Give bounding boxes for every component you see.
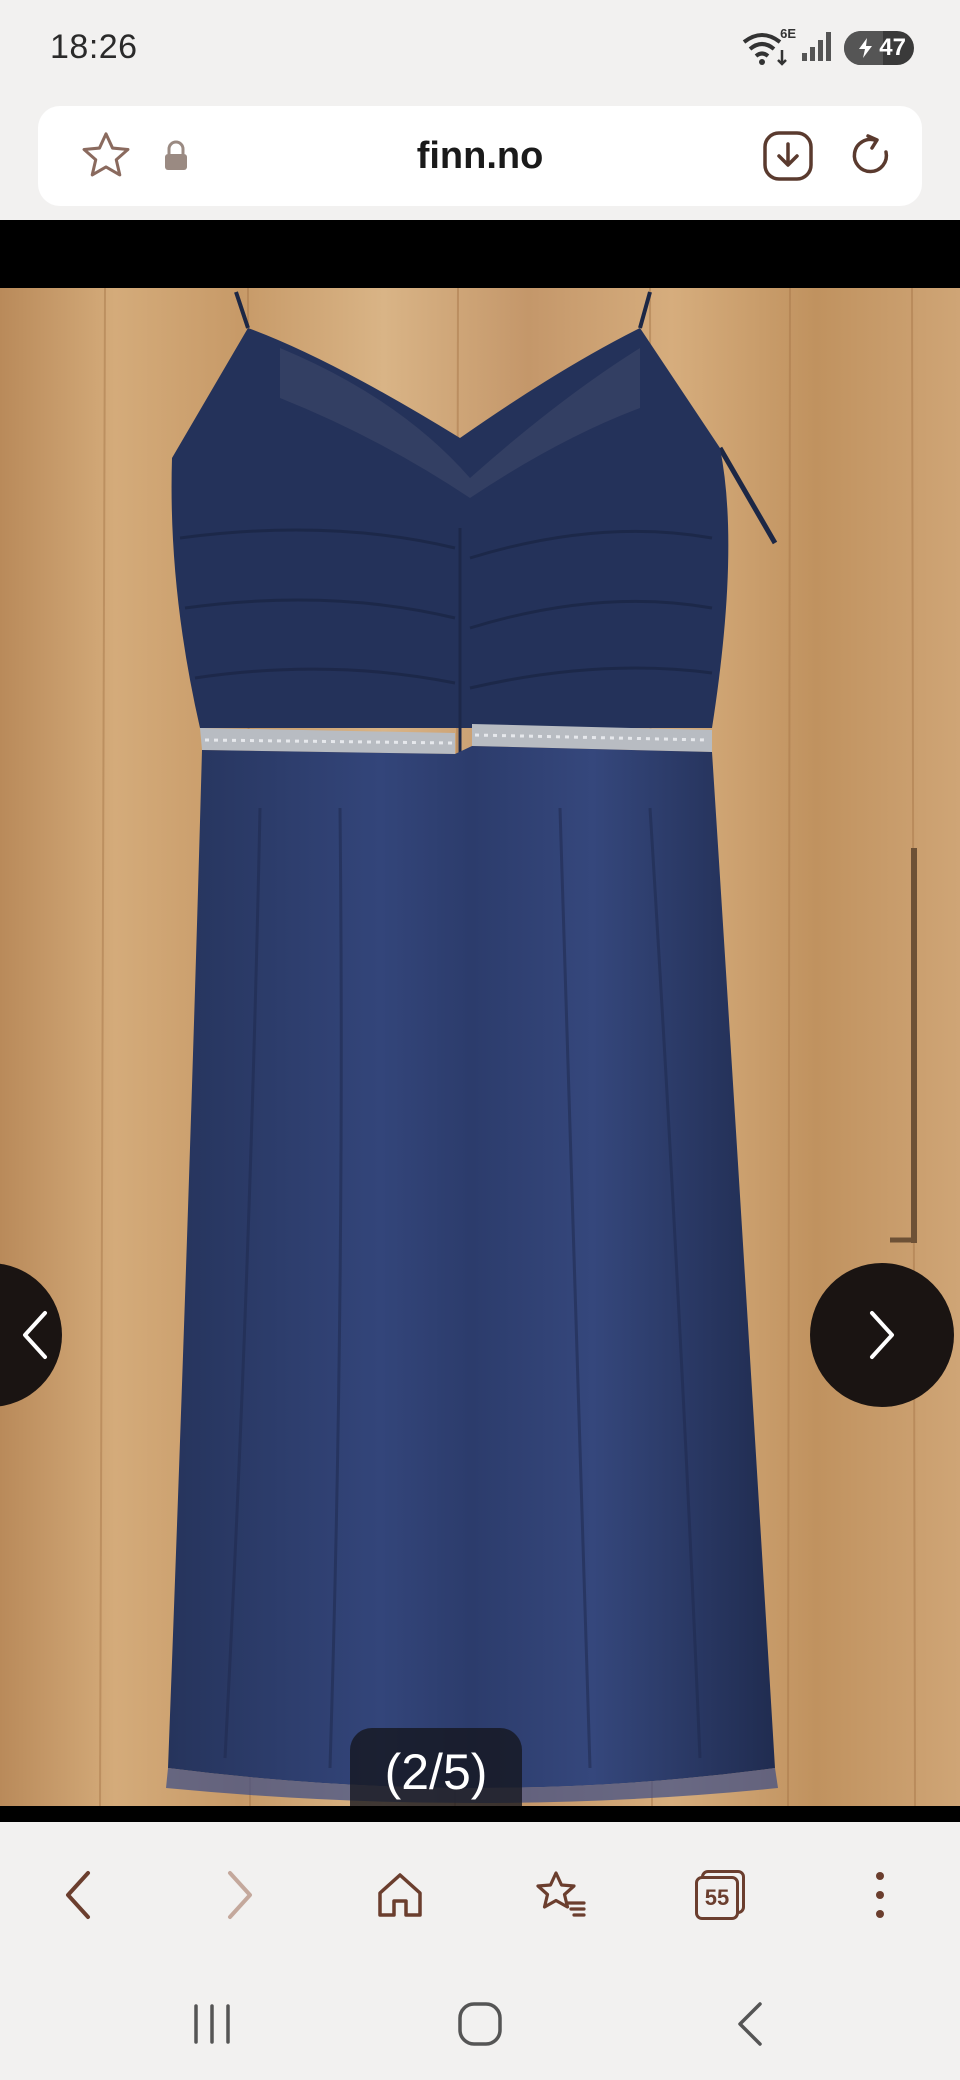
download-icon[interactable] bbox=[746, 106, 830, 206]
menu-icon bbox=[876, 1872, 884, 1918]
battery-icon: 47 bbox=[844, 31, 914, 65]
home-icon bbox=[378, 1873, 422, 1917]
signal-icon bbox=[800, 29, 834, 68]
back-triangle-icon bbox=[738, 2002, 762, 2046]
status-time: 18:26 bbox=[50, 28, 138, 66]
wifi-icon: 6E bbox=[742, 26, 796, 66]
back-button[interactable] bbox=[18, 1822, 138, 1968]
forward-icon bbox=[228, 1871, 252, 1919]
system-back-button[interactable] bbox=[680, 1968, 820, 2080]
tabs-button[interactable]: 55 bbox=[660, 1822, 780, 1968]
bookmarks-icon bbox=[536, 1871, 586, 1917]
battery-level: 47 bbox=[879, 34, 906, 61]
home-circle-icon bbox=[458, 2002, 502, 2046]
image-top-border bbox=[0, 220, 960, 288]
status-icons: 6E 47 bbox=[742, 26, 914, 68]
system-home-button[interactable] bbox=[410, 1968, 550, 2080]
tabs-count: 55 bbox=[704, 1885, 730, 1910]
forward-button[interactable] bbox=[180, 1822, 300, 1968]
tabs-icon: 55 bbox=[695, 1870, 745, 1920]
status-bar: 18:26 6E 47 bbox=[0, 0, 960, 100]
address-bar[interactable]: finn.no bbox=[38, 106, 922, 206]
system-navigation-bar bbox=[0, 1968, 960, 2080]
lock-icon bbox=[148, 106, 204, 206]
star-icon[interactable] bbox=[72, 106, 140, 206]
chevron-left-icon bbox=[23, 1311, 47, 1359]
recents-button[interactable] bbox=[142, 1968, 282, 2080]
listing-photo[interactable] bbox=[0, 288, 960, 1808]
network-type-label: 6E bbox=[780, 26, 796, 41]
dress-photo-illustration bbox=[0, 288, 960, 1808]
image-counter: (2/5) bbox=[350, 1728, 522, 1814]
next-image-button[interactable] bbox=[810, 1263, 954, 1407]
bookmarks-button[interactable] bbox=[500, 1822, 620, 1968]
browser-toolbar: 55 bbox=[0, 1822, 960, 1968]
back-icon bbox=[66, 1871, 90, 1919]
home-button[interactable] bbox=[340, 1822, 460, 1968]
menu-button[interactable] bbox=[820, 1822, 940, 1968]
image-bottom-border bbox=[0, 1806, 960, 1822]
chevron-right-icon bbox=[870, 1311, 894, 1359]
recents-icon bbox=[194, 2004, 230, 2044]
reload-icon[interactable] bbox=[830, 106, 914, 206]
